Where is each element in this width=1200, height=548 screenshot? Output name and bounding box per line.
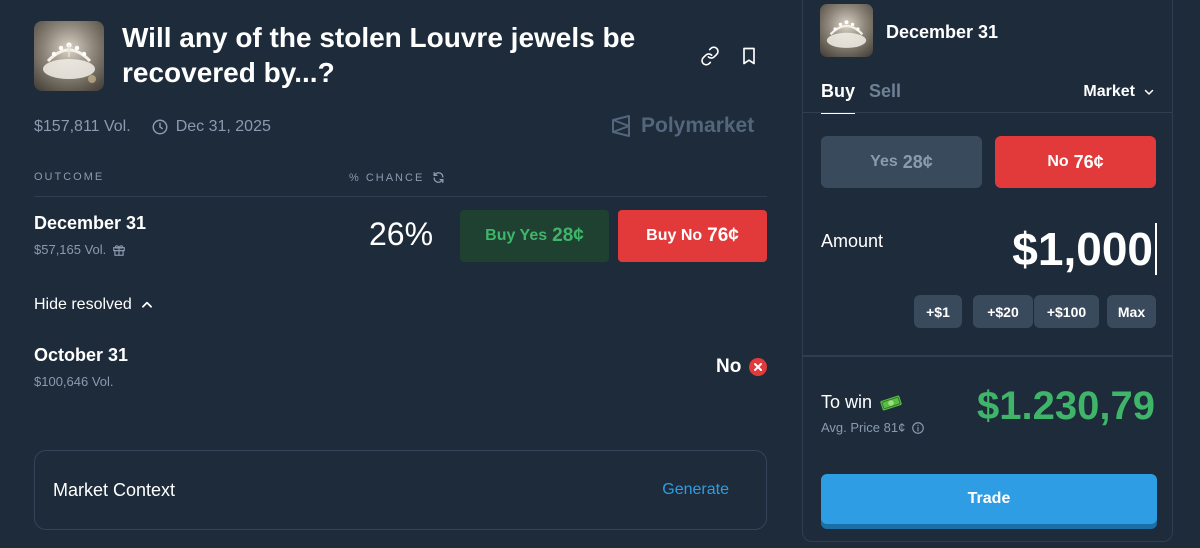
generate-button[interactable]: Generate (662, 481, 729, 499)
trade-panel: December 31 Buy Sell Market Yes 28¢ No 7… (802, 0, 1173, 542)
buy-no-label: Buy No (646, 227, 703, 244)
chance-column-header: % CHANCE (349, 171, 445, 184)
panel-yes-label: Yes (870, 153, 898, 170)
panel-no-price: 76¢ (1073, 151, 1104, 172)
polymarket-brand: Polymarket (609, 114, 754, 138)
resolved-outcome-volume: $100,646 Vol. (34, 374, 114, 389)
tab-buy[interactable]: Buy (821, 81, 856, 114)
panel-yes-button[interactable]: Yes 28¢ (821, 136, 982, 188)
buy-no-price: 76¢ (707, 225, 739, 246)
panel-no-button[interactable]: No 76¢ (995, 136, 1156, 188)
market-context-label: Market Context (53, 479, 176, 500)
chevron-up-icon (141, 301, 152, 308)
buy-yes-button[interactable]: Buy Yes 28¢ (460, 210, 609, 262)
gift-icon (113, 244, 126, 256)
payout-amount: $1.230,79 (977, 384, 1155, 428)
outcome-volume-text: $57,165 Vol. (34, 242, 107, 257)
panel-no-label: No (1047, 153, 1069, 170)
market-end-date: Dec 31, 2025 (151, 118, 271, 136)
hide-resolved-toggle[interactable]: Hide resolved (34, 296, 154, 314)
outcome-header-label: OUTCOME (34, 171, 105, 183)
market-image (34, 21, 104, 91)
amount-input[interactable] (957, 223, 1157, 275)
to-win-text: To win (821, 392, 873, 412)
avg-price-text: Avg. Price 81¢ (821, 420, 906, 435)
order-type-label: Market (1083, 83, 1135, 100)
amount-label: Amount (821, 231, 884, 251)
quick-add-100-button[interactable]: +$100 (1034, 295, 1099, 328)
outcome-name[interactable]: December 31 (34, 213, 146, 234)
quick-add-1-button[interactable]: +$1 (914, 295, 962, 328)
info-icon[interactable] (911, 421, 925, 435)
end-date-text: Dec 31, 2025 (175, 118, 271, 135)
outcome-chance: 26% (369, 216, 434, 252)
max-amount-button[interactable]: Max (1107, 295, 1156, 328)
quick-add-20-button[interactable]: +$20 (973, 295, 1033, 328)
resolved-result: No (716, 356, 768, 378)
trade-tabs: Buy Sell (821, 81, 901, 114)
buy-no-button[interactable]: Buy No 76¢ (618, 210, 767, 262)
refresh-icon[interactable] (432, 171, 445, 184)
resolved-outcome-name[interactable]: October 31 (34, 345, 128, 366)
resolved-result-text: No (716, 356, 742, 377)
panel-market-image (820, 4, 873, 57)
outcome-column-header: OUTCOME (34, 171, 104, 183)
hide-resolved-label: Hide resolved (34, 296, 132, 313)
chevron-down-icon (1144, 89, 1154, 95)
table-divider (34, 196, 767, 197)
market-volume: $157,811 Vol. (34, 118, 131, 135)
market-context-card: Market Context Generate (34, 450, 767, 530)
tabs-divider (803, 112, 1172, 113)
bookmark-icon[interactable] (737, 44, 761, 68)
tab-sell[interactable]: Sell (869, 81, 901, 114)
chance-header-label: % CHANCE (349, 171, 425, 184)
resolved-volume-text: $100,646 Vol. (34, 374, 114, 389)
buy-yes-price: 28¢ (552, 225, 584, 246)
to-win-label: To win (821, 392, 903, 413)
market-title: Will any of the stolen Louvre jewels be … (122, 22, 636, 88)
payout-divider (803, 355, 1172, 357)
buy-yes-label: Buy Yes (485, 227, 548, 244)
polymarket-logo-icon (612, 115, 630, 137)
order-type-dropdown[interactable]: Market (1083, 83, 1155, 101)
avg-price: Avg. Price 81¢ (821, 420, 925, 435)
brand-name: Polymarket (641, 114, 755, 137)
outcome-volume: $57,165 Vol. (34, 242, 126, 257)
panel-yes-price: 28¢ (902, 151, 933, 172)
money-icon (880, 395, 902, 410)
trade-button[interactable]: Trade (821, 474, 1157, 524)
link-icon[interactable] (698, 44, 722, 68)
market-meta: $157,811 Vol. Dec 31, 2025 (34, 116, 271, 138)
clock-icon (152, 119, 168, 135)
panel-title: December 31 (886, 22, 999, 42)
close-circle-icon (749, 358, 768, 376)
